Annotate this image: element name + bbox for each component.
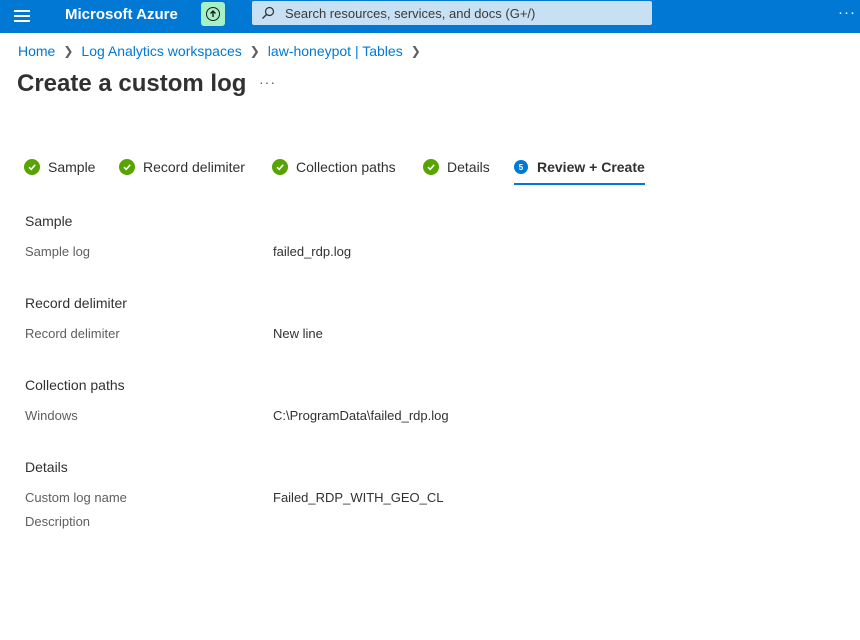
checkmark-icon xyxy=(272,159,288,175)
tab-collection-paths[interactable]: Collection paths xyxy=(272,154,423,180)
windows-path-label: Windows xyxy=(25,408,78,423)
checkmark-icon xyxy=(423,159,439,175)
record-delimiter-label: Record delimiter xyxy=(25,326,120,341)
windows-path-value: C:\ProgramData\failed_rdp.log xyxy=(273,408,449,423)
tab-label: Sample xyxy=(48,159,96,175)
chevron-right-icon: ❯ xyxy=(410,44,421,58)
step-number-badge: 5 xyxy=(514,160,528,174)
breadcrumb-home[interactable]: Home xyxy=(18,43,55,59)
top-navigation-bar: Microsoft Azure ··· xyxy=(0,0,860,33)
more-options-icon[interactable]: ··· xyxy=(838,4,856,21)
section-title-collection-paths: Collection paths xyxy=(25,377,125,393)
breadcrumb: Home ❯ Log Analytics workspaces ❯ law-ho… xyxy=(18,43,429,59)
tab-label: Collection paths xyxy=(296,159,396,175)
tab-label: Record delimiter xyxy=(143,159,245,175)
sample-log-label: Sample log xyxy=(25,244,91,259)
search-icon xyxy=(262,6,275,19)
page-title: Create a custom log xyxy=(17,70,247,97)
chevron-right-icon: ❯ xyxy=(249,44,260,58)
tab-review-create[interactable]: 5 Review + Create xyxy=(514,154,645,185)
tab-record-delimiter[interactable]: Record delimiter xyxy=(119,154,272,180)
checkmark-icon xyxy=(24,159,40,175)
global-search-box[interactable] xyxy=(252,1,652,25)
hamburger-menu-icon[interactable] xyxy=(14,10,30,22)
custom-log-name-label: Custom log name xyxy=(25,490,127,505)
chevron-right-icon: ❯ xyxy=(63,44,74,58)
brand-title[interactable]: Microsoft Azure xyxy=(65,6,178,23)
custom-log-name-value: Failed_RDP_WITH_GEO_CL xyxy=(273,490,444,505)
sample-log-value: failed_rdp.log xyxy=(273,244,352,259)
breadcrumb-log-analytics-workspaces[interactable]: Log Analytics workspaces xyxy=(81,43,241,59)
section-title-details: Details xyxy=(25,459,68,475)
breadcrumb-law-honeypot-tables[interactable]: law-honeypot | Tables xyxy=(268,43,403,59)
page-more-options-icon[interactable]: ··· xyxy=(259,74,276,90)
record-delimiter-value: New line xyxy=(273,326,323,341)
section-title-record-delimiter: Record delimiter xyxy=(25,295,127,311)
tab-sample[interactable]: Sample xyxy=(24,154,119,180)
tab-label: Details xyxy=(447,159,490,175)
section-title-sample: Sample xyxy=(25,213,73,229)
tab-label: Review + Create xyxy=(537,159,645,175)
wizard-tabs: Sample Record delimiter Collection paths… xyxy=(24,154,645,185)
description-label: Description xyxy=(25,514,91,529)
upgrade-button[interactable] xyxy=(201,2,225,26)
checkmark-icon xyxy=(119,159,135,175)
tab-details[interactable]: Details xyxy=(423,154,514,180)
search-input[interactable] xyxy=(283,4,637,22)
arrow-up-icon xyxy=(206,7,220,21)
